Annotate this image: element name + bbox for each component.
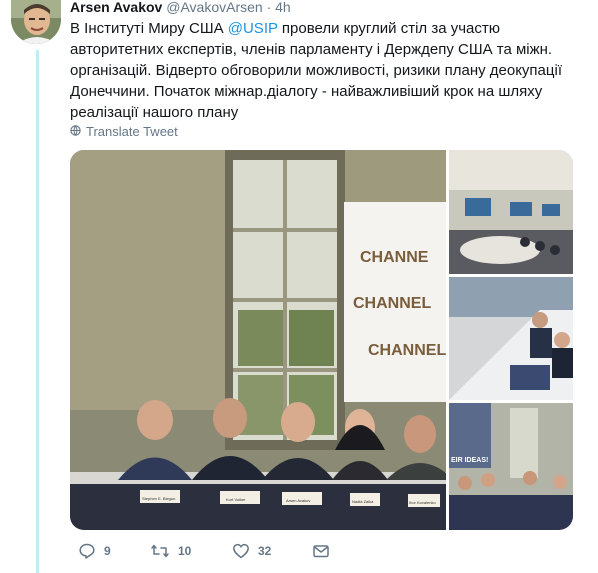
tweet-header: Arsen Avakov @AvakovArsen · 4h (70, 0, 291, 14)
globe-icon (70, 124, 81, 140)
main-photo[interactable]: CHANNE CHANNEL CHANNEL 3 Stephen E. Bieg… (70, 150, 459, 530)
avatar[interactable] (11, 0, 61, 44)
media-grid: CHANNE CHANNEL CHANNEL 3 Stephen E. Bieg… (70, 150, 573, 530)
screen-text-1: CHANNE (360, 249, 429, 266)
like-button[interactable]: 32 (232, 540, 271, 562)
name-plate-4: Nadia Zaika (352, 499, 374, 504)
direct-message-icon (312, 542, 330, 560)
name-plate-5: Ihor Kovalenko (409, 500, 436, 505)
thread-connector-line (36, 50, 39, 573)
reply-icon (78, 542, 96, 560)
reply-button[interactable]: 9 (78, 540, 111, 562)
name-plate-3: Arsen Avakov (286, 498, 310, 503)
name-plate-1: Stephen E. Biegun (142, 496, 175, 501)
tweet-text-start: В Інституті Миру США (70, 20, 228, 37)
like-icon (232, 542, 250, 560)
header-separator: · (266, 0, 272, 15)
like-count: 32 (258, 544, 272, 558)
translate-tweet-link[interactable]: Translate Tweet (70, 124, 178, 140)
tweet-text: В Інституті Миру США @USIP провели кругл… (70, 18, 575, 123)
direct-message-button[interactable] (312, 540, 330, 562)
screen-text-3: CHANNEL 3 (368, 342, 459, 359)
translate-tweet-label: Translate Tweet (86, 124, 178, 139)
photo-top-right[interactable] (449, 150, 573, 274)
retweet-icon (150, 542, 170, 560)
tweet-timestamp[interactable]: 4h (275, 0, 291, 15)
mention-link[interactable]: @USIP (228, 20, 278, 37)
tweet-actions: 9 10 32 (70, 540, 490, 562)
retweet-button[interactable]: 10 (150, 540, 191, 562)
author-handle[interactable]: @AvakovArsen (166, 0, 262, 15)
name-plate-2: Kurt Volker (226, 497, 246, 502)
side-screen-text: EIR IDEAS! (451, 457, 488, 464)
reply-count: 9 (104, 544, 111, 558)
photo-bottom-right[interactable]: EIR IDEAS! (449, 403, 573, 530)
retweet-count: 10 (178, 544, 192, 558)
photo-middle-right[interactable] (449, 277, 573, 400)
screen-text-2: CHANNEL (353, 295, 431, 312)
author-name[interactable]: Arsen Avakov (70, 0, 162, 15)
